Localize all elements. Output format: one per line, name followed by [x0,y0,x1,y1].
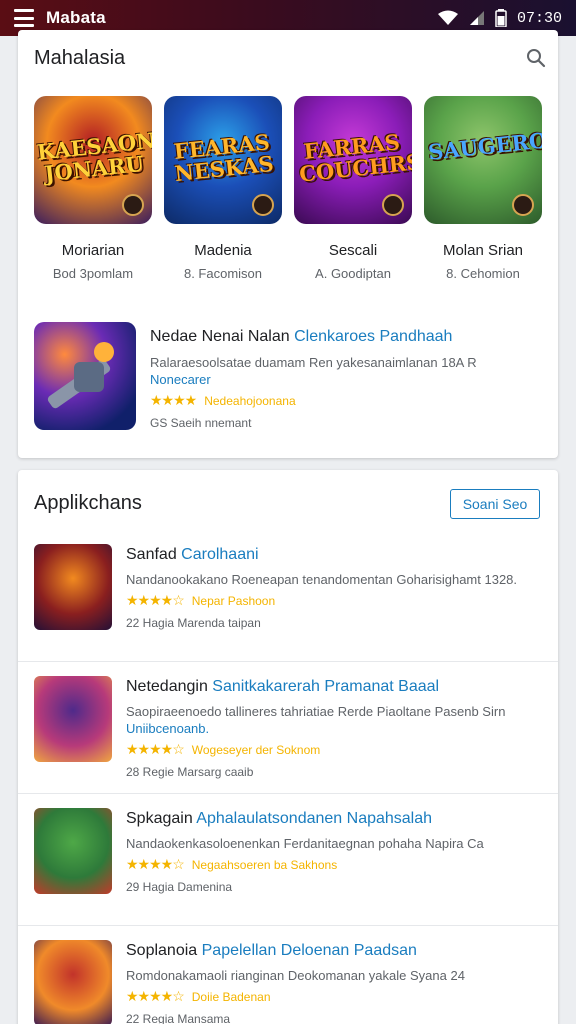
developer-link[interactable]: Aphalaulatsondanen Napahsalah [196,810,432,827]
app-badge-icon [252,194,274,216]
app-title-main: Spkagain [126,810,197,827]
app-subtitle: 8. Cehomion [446,266,520,281]
app-badge-icon [122,194,144,216]
featured-app[interactable]: KAESAON JONARU Moriarian Bod 3pomlam [34,96,152,281]
app-subtitle: Bod 3pomlam [52,266,134,281]
app-meta: 22 Hagia Marenda taipan [126,616,261,630]
app-desc-text: Nandanookakano Roeneapan tenandomentan G… [126,572,518,587]
app-name: Moriarian [61,242,125,259]
rating-label: Nepar Pashoon [191,593,276,608]
app-name: Molan Srian [442,242,524,259]
app-title-main: Sanfad [126,546,182,563]
app-badge-icon [512,194,534,216]
rating: ★★★★☆ Doiie Badenan [126,988,541,1005]
app-title-main: Netedangin [126,678,213,695]
star-rating-icon: ★★★★☆ [126,856,185,872]
app-title: Soplanoia Papelellan Deloenan Paadsan [126,942,541,960]
app-meta: 29 Hagia Damenina [126,880,233,894]
signal-icon [469,11,484,25]
developer-link[interactable]: Papelellan Deloenan Paadsan [202,942,417,959]
rating-label: Negaahsoeren ba Sakhons [191,857,338,872]
promo-description: Ralaraesoolsatae duamam Ren yakesanaimla… [150,354,550,388]
star-rating-icon: ★★★★☆ [126,592,185,608]
app-subtitle: A. Goodiptan [315,266,391,281]
promo-desc-text: Ralaraesoolsatae duamam Ren yakesanaimla… [150,355,477,370]
artwork-title: KAESAON JONARU [35,127,152,187]
featured-app[interactable]: FARRAS COUCHRS Sescali A. Goodiptan [294,96,412,281]
developer-link[interactable]: Carolhaani [181,546,258,563]
promo-developer-link[interactable]: Clenkaroes Pandhaah [294,328,452,345]
app-title: Netedangin Sanitkakarerah Pramanat Baaal [126,678,541,696]
app-title: Spkagain Aphalaulatsondanen Napahsalah [126,810,541,828]
see-more-button[interactable]: Soani Seo [450,489,540,519]
battery-icon [495,9,507,27]
rating: ★★★★☆ Nepar Pashoon [126,592,541,609]
section-title: Mahalasia [34,47,126,69]
app-subtitle: 8. Facomison [183,266,263,281]
menu-icon[interactable] [14,9,34,27]
rating-label: Nedeahojoonana [204,393,296,408]
app-icon [34,940,112,1024]
app-artwork: SAUGEROIN [424,96,542,224]
promo-desc-link[interactable]: Nonecarer [150,371,550,388]
star-rating-icon: ★★★★☆ [126,988,185,1004]
app-meta: 22 Regia Mansama [126,1012,231,1024]
developer-link[interactable]: Sanitkakarerah Pramanat Baaal [212,678,439,695]
app-icon [34,676,112,762]
list-item[interactable]: Sanfad Carolhaani Nandanookakano Roeneap… [18,530,558,662]
rating: ★★★★☆ Wogeseyer der Soknom [126,741,541,758]
promo-item[interactable]: Nedae Nenai Nalan Clenkaroes Pandhaah Ra… [34,322,544,434]
artwork-title: FEARAS NESKAS [172,129,275,187]
search-icon[interactable] [522,44,550,72]
promo-title: Nedae Nenai Nalan Clenkaroes Pandhaah [150,328,550,346]
app-title: Mabata [46,8,106,27]
list-item[interactable]: Netedangin Sanitkakarerah Pramanat Baaal… [18,662,558,794]
app-badge-icon [382,194,404,216]
rating: ★★★★ Nedeahojoonana [150,392,550,409]
app-artwork: KAESAON JONARU [34,96,152,224]
app-artwork: FEARAS NESKAS [164,96,282,224]
app-desc-text: Nandaokenkasoloenenkan Ferdanitaegnan po… [126,836,484,851]
app-description: Nandanookakano Roeneapan tenandomentan G… [126,571,541,588]
app-icon [34,544,112,630]
app-list: Sanfad Carolhaani Nandanookakano Roeneap… [18,530,558,1024]
featured-app[interactable]: FEARAS NESKAS Madenia 8. Facomison [164,96,282,281]
app-desc-link[interactable]: Uniibcenoanb. [126,720,541,737]
app-title-main: Soplanoia [126,942,202,959]
featured-app[interactable]: SAUGEROIN Molan Srian 8. Cehomion [424,96,542,281]
app-desc-text: Romdonakamaoli rianginan Deokomanan yaka… [126,968,465,983]
app-icon [34,808,112,894]
rating-label: Doiie Badenan [191,989,271,1004]
promo-meta: GS Saeih nnemant [150,416,252,430]
list-item[interactable]: Soplanoia Papelellan Deloenan Paadsan Ro… [18,926,558,1024]
star-rating-icon: ★★★★☆ [126,741,185,757]
app-name: Madenia [194,242,252,259]
section-title: Applikchans [34,492,142,514]
artwork-title: FARRAS COUCHRS [298,129,412,187]
app-artwork: FARRAS COUCHRS [294,96,412,224]
promo-title-main: Nedae Nenai Nalan [150,328,295,345]
rating-label: Wogeseyer der Soknom [191,742,321,757]
applications-card: Applikchans Soani Seo Sanfad Carolhaani … [18,470,558,1024]
artwork-title: SAUGEROIN [426,124,542,165]
featured-row: KAESAON JONARU Moriarian Bod 3pomlam FEA… [34,96,558,316]
featured-card: Mahalasia KAESAON JONARU Moriarian Bod 3… [18,30,558,458]
star-rating-icon: ★★★★ [150,392,197,408]
clock: 07:30 [516,9,562,27]
list-item[interactable]: Spkagain Aphalaulatsondanen Napahsalah N… [18,794,558,926]
rating: ★★★★☆ Negaahsoeren ba Sakhons [126,856,541,873]
app-description: Romdonakamaoli rianginan Deokomanan yaka… [126,967,541,984]
app-description: Nandaokenkasoloenenkan Ferdanitaegnan po… [126,835,541,852]
app-meta: 28 Regie Marsarg caaib [126,765,254,779]
app-desc-text: Saopiraeenoedo tallineres tahriatiae Rer… [126,704,506,719]
wifi-icon [437,10,458,25]
app-name: Sescali [328,242,378,259]
promo-artwork [34,322,136,430]
app-title: Sanfad Carolhaani [126,546,541,564]
app-description: Saopiraeenoedo tallineres tahriatiae Rer… [126,703,541,737]
